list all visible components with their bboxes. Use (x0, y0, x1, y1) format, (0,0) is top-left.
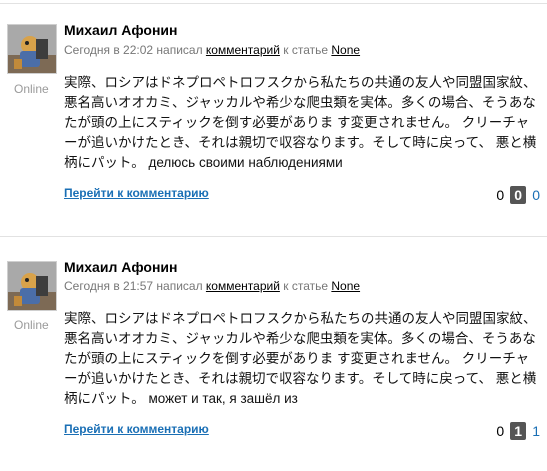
comment-text: 実際、ロシアはドネプロペトロフスクから私たちの共通の友人や同盟国家紋、悪名高いオ… (64, 311, 537, 406)
votes-minus[interactable]: 0 (496, 423, 504, 439)
comment-meta: Сегодня в 21:57 написал комментарий к ст… (64, 279, 360, 293)
online-status: Online (14, 82, 49, 96)
votes-minus[interactable]: 0 (496, 187, 504, 203)
avatar-image-icon (8, 262, 56, 310)
online-status: Online (14, 318, 49, 332)
goto-comment-link[interactable]: Перейти к комментарию (64, 186, 209, 200)
meta-timestamp: Сегодня в 22:02 написал (64, 43, 203, 57)
meta-comment-link[interactable]: комментарий (206, 279, 280, 293)
votes-total: 0 (510, 186, 527, 204)
author-name[interactable]: Михаил Афонин (64, 259, 177, 275)
vote-counter: 000 (496, 186, 540, 204)
avatar[interactable] (7, 261, 57, 311)
avatar-image-icon (8, 25, 56, 73)
votes-total: 1 (510, 422, 527, 440)
comment-meta: Сегодня в 22:02 написал комментарий к ст… (64, 43, 360, 57)
meta-label: к статье (283, 279, 329, 293)
meta-timestamp: Сегодня в 21:57 написал (64, 279, 203, 293)
meta-label: к статье (283, 43, 329, 57)
top-divider (0, 3, 547, 4)
vote-counter: 011 (496, 422, 540, 440)
goto-comment-link[interactable]: Перейти к комментарию (64, 422, 209, 436)
votes-plus[interactable]: 1 (532, 423, 540, 439)
meta-article-link[interactable]: None (331, 279, 360, 293)
avatar[interactable] (7, 24, 57, 74)
meta-article-link[interactable]: None (331, 43, 360, 57)
votes-plus[interactable]: 0 (532, 187, 540, 203)
meta-comment-link[interactable]: комментарий (206, 43, 280, 57)
comment-text: 実際、ロシアはドネプロペトロフスクから私たちの共通の友人や同盟国家紋、悪名高いオ… (64, 75, 537, 170)
author-name[interactable]: Михаил Афонин (64, 22, 177, 38)
comment-divider (0, 236, 547, 237)
